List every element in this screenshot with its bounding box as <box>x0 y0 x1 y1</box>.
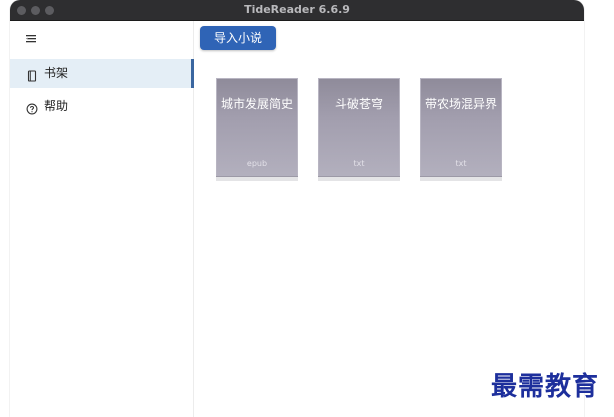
book-card[interactable]: 带农场混异界 txt <box>420 78 502 181</box>
book-format: txt <box>353 159 365 168</box>
book-title: 城市发展简史 <box>220 97 293 111</box>
sidebar: 书架 帮助 <box>10 21 194 417</box>
watermark-logo: 最需教育 <box>491 372 600 402</box>
book-title: 带农场混异界 <box>424 97 497 111</box>
window-title: TideReader 6.6.9 <box>244 3 350 16</box>
book-icon <box>26 67 38 82</box>
book-cover: 城市发展简史 epub <box>216 78 298 177</box>
help-circle-icon <box>26 100 38 115</box>
book-pages-edge <box>318 176 400 181</box>
title-bar[interactable]: TideReader 6.6.9 <box>10 0 584 21</box>
book-format: txt <box>455 159 467 168</box>
menu-toggle-icon[interactable] <box>22 30 42 48</box>
import-novel-button[interactable]: 导入小说 <box>200 26 276 50</box>
book-format: epub <box>246 159 268 168</box>
book-title: 斗破苍穹 <box>334 97 383 111</box>
book-pages-edge <box>216 176 298 181</box>
book-pages-edge <box>420 176 502 181</box>
sidebar-item-help[interactable]: 帮助 <box>10 92 194 121</box>
sidebar-item-bookshelf[interactable]: 书架 <box>10 59 194 88</box>
app-window: TideReader 6.6.9 书架 帮助 导入小说 城市发展简史 epub … <box>10 0 584 417</box>
book-card[interactable]: 斗破苍穹 txt <box>318 78 400 181</box>
screen: TideReader 6.6.9 书架 帮助 导入小说 城市发展简史 epub … <box>0 0 614 417</box>
sidebar-item-label: 书架 <box>44 66 69 80</box>
book-cover: 带农场混异界 txt <box>420 78 502 177</box>
sidebar-item-label: 帮助 <box>44 99 69 113</box>
bookshelf-panel: 导入小说 城市发展简史 epub 斗破苍穹 txt 带农场混异界 txt <box>194 21 584 417</box>
book-cover: 斗破苍穹 txt <box>318 78 400 177</box>
book-card[interactable]: 城市发展简史 epub <box>216 78 298 181</box>
